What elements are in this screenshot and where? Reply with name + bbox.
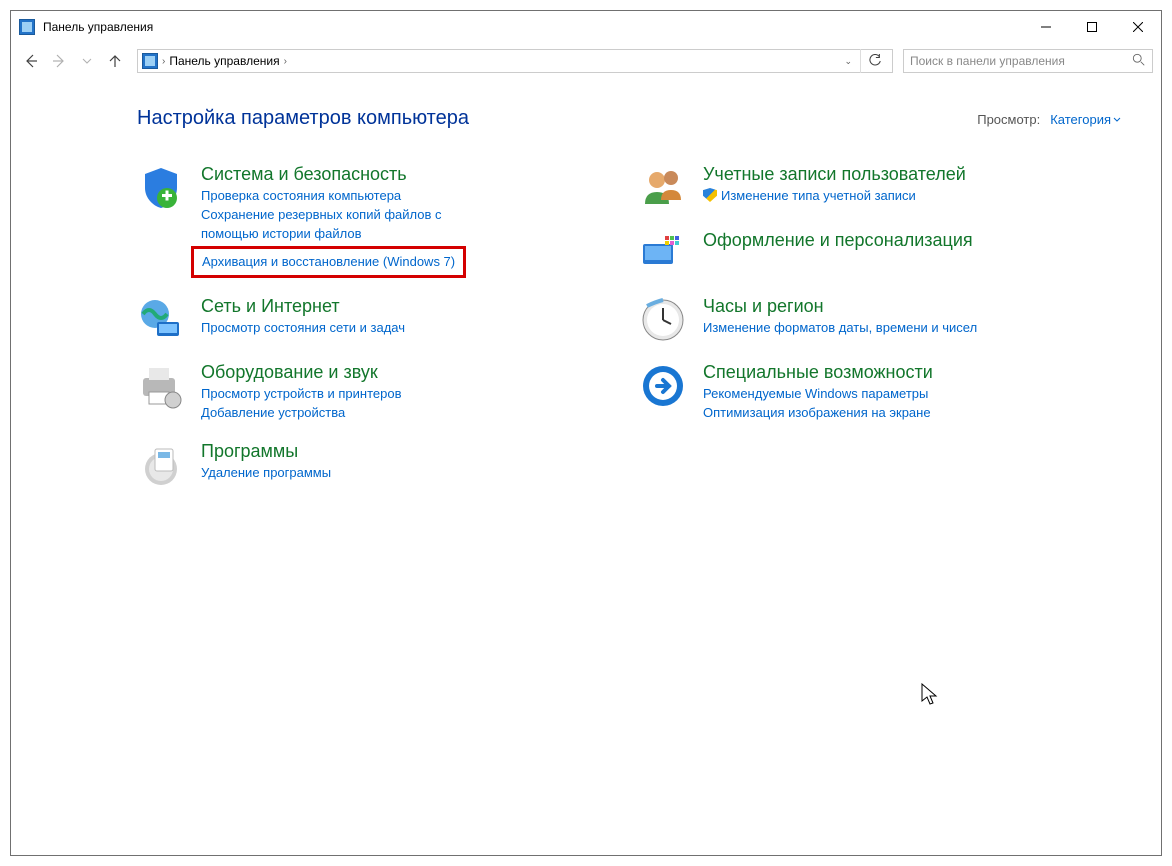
link-recommended-settings[interactable]: Рекомендуемые Windows параметры xyxy=(703,385,933,404)
address-bar[interactable]: › Панель управления › ⌄ xyxy=(137,49,893,73)
view-value: Категория xyxy=(1050,112,1111,127)
left-column: Система и безопасность Проверка состояни… xyxy=(137,164,619,507)
search-icon[interactable] xyxy=(1132,53,1146,70)
category-programs: Программы Удаление программы xyxy=(137,441,619,489)
category-clock: Часы и регион Изменение форматов даты, в… xyxy=(639,296,1121,344)
page-title: Настройка параметров компьютера xyxy=(137,107,469,130)
category-title[interactable]: Оборудование и звук xyxy=(201,362,401,383)
category-system-security: Система и безопасность Проверка состояни… xyxy=(137,164,619,278)
search-input[interactable]: Поиск в панели управления xyxy=(903,49,1153,73)
link-network-status[interactable]: Просмотр состояния сети и задач xyxy=(201,319,405,338)
view-label: Просмотр: xyxy=(977,112,1040,127)
category-network: Сеть и Интернет Просмотр состояния сети … xyxy=(137,296,619,344)
clock-icon xyxy=(639,296,687,344)
highlighted-link-box: Архивация и восстановление (Windows 7) xyxy=(191,246,466,279)
category-title[interactable]: Программы xyxy=(201,441,331,462)
link-date-formats[interactable]: Изменение форматов даты, времени и чисел xyxy=(703,319,977,338)
recent-dropdown[interactable] xyxy=(75,49,99,73)
search-placeholder: Поиск в панели управления xyxy=(910,54,1065,68)
category-users: Учетные записи пользователей Изменение т… xyxy=(639,164,1121,212)
category-hardware: Оборудование и звук Просмотр устройств и… xyxy=(137,362,619,423)
chevron-right-icon[interactable]: › xyxy=(284,56,287,67)
window-title: Панель управления xyxy=(43,20,153,34)
window-controls xyxy=(1023,11,1161,43)
category-accessibility: Специальные возможности Рекомендуемые Wi… xyxy=(639,362,1121,423)
category-appearance: Оформление и персонализация xyxy=(639,230,1121,278)
right-column: Учетные записи пользователей Изменение т… xyxy=(639,164,1121,507)
view-switch: Просмотр: Категория xyxy=(977,112,1121,127)
category-title[interactable]: Специальные возможности xyxy=(703,362,933,383)
minimize-button[interactable] xyxy=(1023,11,1069,43)
view-dropdown[interactable]: Категория xyxy=(1050,112,1121,127)
category-title[interactable]: Сеть и Интернет xyxy=(201,296,405,317)
control-panel-small-icon xyxy=(142,53,158,69)
content-area: Настройка параметров компьютера Просмотр… xyxy=(11,79,1161,855)
personalization-icon xyxy=(639,230,687,278)
back-button[interactable] xyxy=(19,49,43,73)
link-devices-printers[interactable]: Просмотр устройств и принтеров xyxy=(201,385,401,404)
close-button[interactable] xyxy=(1115,11,1161,43)
category-title[interactable]: Система и безопасность xyxy=(201,164,501,185)
users-icon xyxy=(639,164,687,212)
category-title[interactable]: Учетные записи пользователей xyxy=(703,164,966,185)
link-check-status[interactable]: Проверка состояния компьютера xyxy=(201,187,501,206)
refresh-button[interactable] xyxy=(860,49,888,73)
titlebar: Панель управления xyxy=(11,11,1161,43)
content-header: Настройка параметров компьютера Просмотр… xyxy=(137,107,1121,130)
maximize-button[interactable] xyxy=(1069,11,1115,43)
link-uninstall[interactable]: Удаление программы xyxy=(201,464,331,483)
control-panel-icon xyxy=(19,19,35,35)
link-file-history[interactable]: Сохранение резервных копий файлов с помо… xyxy=(201,206,501,244)
shield-icon xyxy=(137,164,185,212)
up-button[interactable] xyxy=(103,49,127,73)
link-change-account-type[interactable]: Изменение типа учетной записи xyxy=(703,187,966,206)
link-backup-restore[interactable]: Архивация и восстановление (Windows 7) xyxy=(202,253,455,272)
nav-toolbar: › Панель управления › ⌄ Поиск в панели у… xyxy=(11,43,1161,79)
link-optimize-display[interactable]: Оптимизация изображения на экране xyxy=(703,404,933,423)
category-title[interactable]: Оформление и персонализация xyxy=(703,230,973,251)
breadcrumb-item[interactable]: Панель управления xyxy=(169,54,279,68)
programs-icon xyxy=(137,441,185,489)
chevron-right-icon[interactable]: › xyxy=(162,56,165,67)
link-add-device[interactable]: Добавление устройства xyxy=(201,404,401,423)
forward-button[interactable] xyxy=(47,49,71,73)
accessibility-icon xyxy=(639,362,687,410)
printer-icon xyxy=(137,362,185,410)
chevron-down-icon[interactable]: ⌄ xyxy=(844,56,852,67)
globe-network-icon xyxy=(137,296,185,344)
category-columns: Система и безопасность Проверка состояни… xyxy=(137,164,1121,507)
category-title[interactable]: Часы и регион xyxy=(703,296,977,317)
control-panel-window: Панель управления › xyxy=(10,10,1162,856)
